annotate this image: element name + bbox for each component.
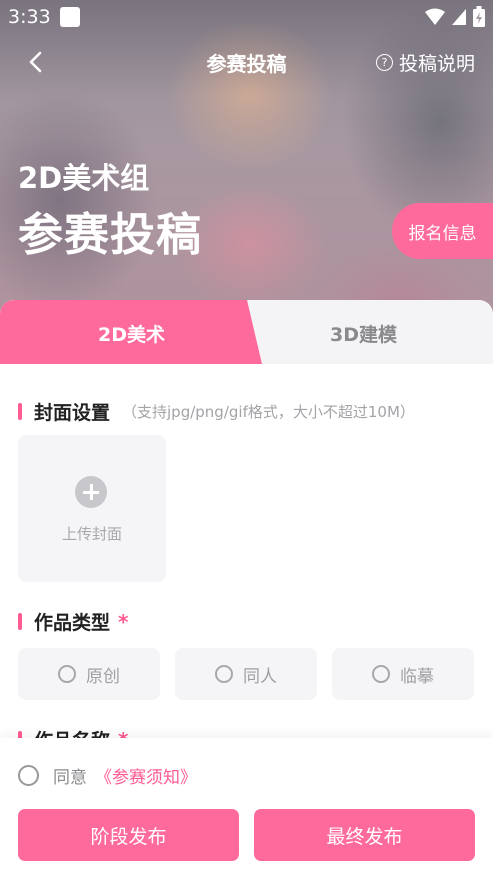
submission-guide-label: 投稿说明 [398,53,475,75]
tab-2d-art[interactable]: 2D美术 [98,320,165,347]
work-type-header: 作品类型 * [18,608,128,635]
radio-icon [215,665,233,683]
cover-section-header: 封面设置 （支持jpg/png/gif格式，大小不超过10M） [18,398,415,425]
required-mark: * [118,609,129,634]
tab-3d-modeling[interactable]: 3D建模 [330,320,397,347]
upload-cover-button[interactable]: 上传封面 [18,435,166,582]
final-publish-button[interactable]: 最终发布 [254,809,475,861]
hero-title: 参赛投稿 [18,208,203,261]
hero-subtitle: 2D美术组 [18,161,150,195]
section-marker [18,403,22,420]
option-fan-work[interactable]: 同人 [175,648,317,700]
submission-guide-button[interactable]: ? 投稿说明 [375,49,475,76]
option-label: 临摹 [400,666,434,687]
status-time: 3:33 [8,6,51,28]
radio-icon [58,665,76,683]
option-label: 原创 [86,666,120,687]
section-marker [18,613,22,630]
cover-title: 封面设置 [34,402,111,424]
upload-cover-label: 上传封面 [61,525,122,543]
cover-hint: （支持jpg/png/gif格式，大小不超过10M） [122,403,415,421]
stage-publish-button[interactable]: 阶段发布 [18,809,239,861]
registration-info-button[interactable]: 报名信息 [392,203,493,259]
question-icon: ? [375,54,393,71]
agree-radio[interactable] [18,765,39,786]
battery-icon [473,6,485,27]
agreement-row: 同意 《参赛须知》 [18,763,197,788]
plus-icon [75,476,107,508]
tab-active-indicator [0,300,262,364]
work-type-options: 原创 同人 临摹 [18,648,476,700]
radio-icon [372,665,390,683]
top-bar: 参赛投稿 ? 投稿说明 [0,40,493,84]
notification-icon [60,7,80,27]
status-bar: 3:33 [0,0,493,34]
agree-label: 同意 [53,768,87,788]
wifi-icon [425,8,445,25]
option-label: 同人 [243,666,277,687]
option-original[interactable]: 原创 [18,648,160,700]
category-tabs: 2D美术 3D建模 [0,300,493,364]
bottom-action-bar: 同意 《参赛须知》 阶段发布 最终发布 [0,738,493,878]
option-copy[interactable]: 临摹 [332,648,474,700]
work-type-title: 作品类型 [34,612,111,634]
contest-rules-link[interactable]: 《参赛须知》 [95,763,197,788]
signal-icon [452,8,466,25]
